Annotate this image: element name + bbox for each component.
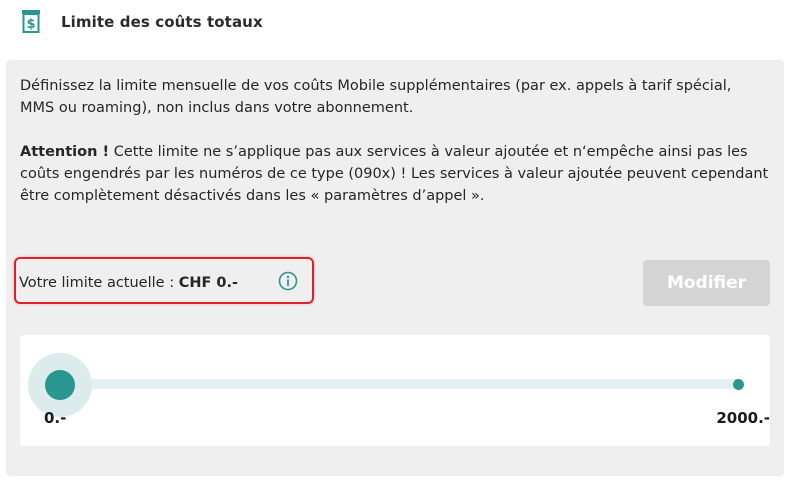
cost-limit-panel: Définissez la limite mensuelle de vos co… (6, 60, 784, 476)
section-title: Limite des coûts totaux (61, 13, 263, 31)
info-circle-icon[interactable] (278, 271, 298, 291)
warning-body: Cette limite ne s’applique pas aux servi… (20, 144, 769, 204)
current-limit-label: Votre limite actuelle : (19, 275, 179, 291)
current-limit-value: CHF 0.- (178, 275, 239, 291)
bill-dollar-icon: $ (22, 10, 40, 33)
current-limit: Votre limite actuelle : CHF 0.- (19, 275, 238, 291)
slider-max-marker (733, 379, 744, 390)
modify-button[interactable]: Modifier (643, 260, 770, 306)
slider-min-label: 0.- (44, 409, 67, 427)
slider-thumb[interactable] (45, 370, 75, 400)
slider-max-label: 2000.- (716, 409, 770, 427)
svg-text:$: $ (26, 17, 35, 32)
description-text: Définissez la limite mensuelle de vos co… (20, 78, 732, 116)
warning-label: Attention ! (20, 144, 110, 160)
warning-text: Attention ! Cette limite ne s’applique p… (20, 141, 770, 207)
section-header: $ Limite des coûts totaux (0, 0, 796, 46)
limit-slider-card: 0.- 2000.- (20, 335, 770, 446)
slider-track[interactable] (60, 379, 740, 389)
